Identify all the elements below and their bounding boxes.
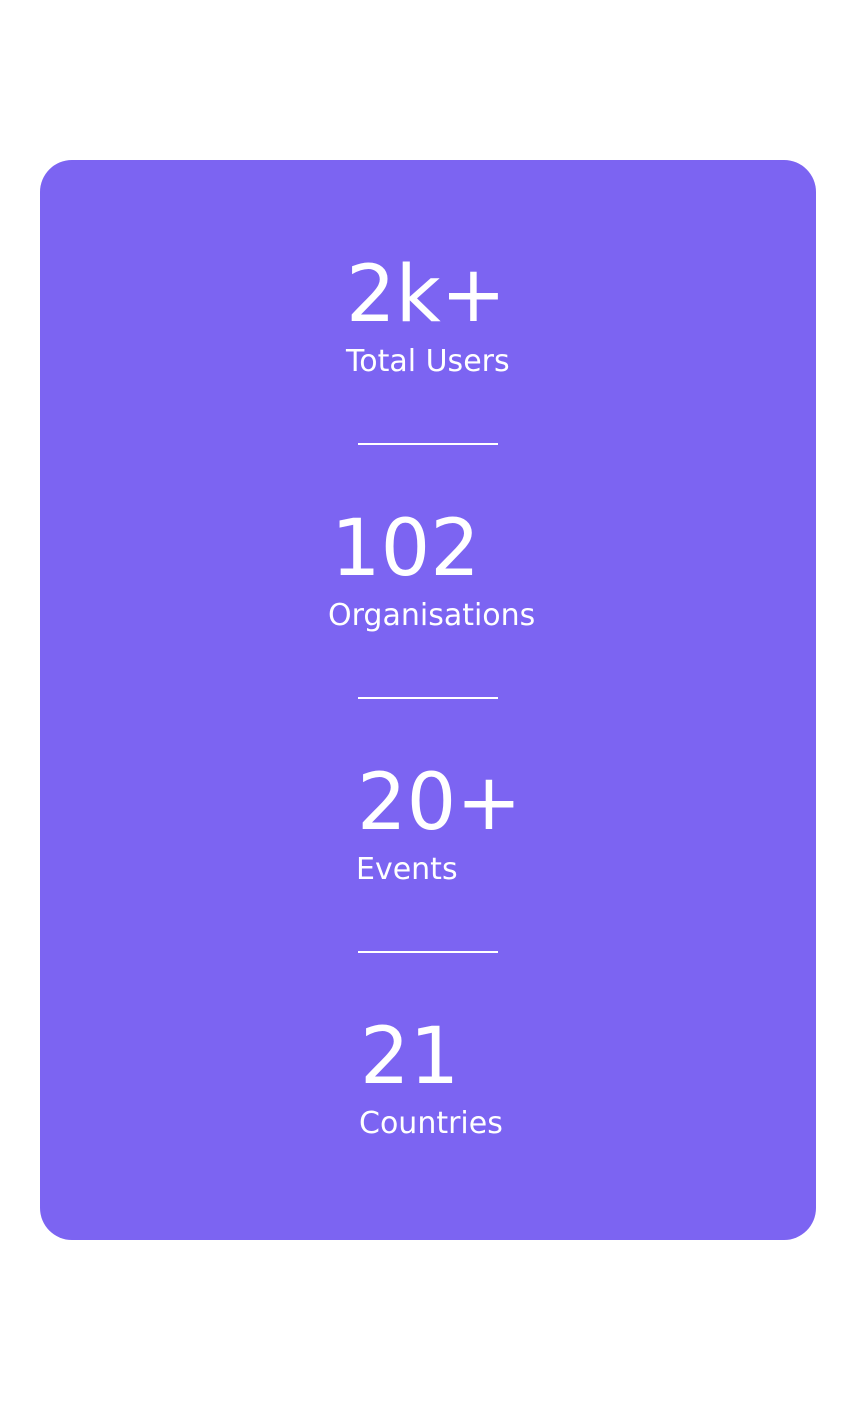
stat-label: Total Users <box>346 344 510 379</box>
stat-organisations: 102 Organisations <box>40 504 816 664</box>
stat-label: Events <box>356 852 458 887</box>
stat-events: 20+ Events <box>40 758 816 918</box>
divider <box>358 951 498 953</box>
divider <box>358 443 498 445</box>
stat-value: 2k+ <box>346 250 507 340</box>
stat-value: 102 <box>331 504 480 594</box>
divider <box>358 697 498 699</box>
stat-label: Organisations <box>328 598 536 633</box>
stat-total-users: 2k+ Total Users <box>40 250 816 410</box>
stat-countries: 21 Countries <box>40 1012 816 1172</box>
stat-value: 21 <box>360 1012 460 1102</box>
stats-card: 2k+ Total Users 102 Organisations 20+ Ev… <box>40 160 816 1240</box>
stat-value: 20+ <box>357 758 522 848</box>
stat-label: Countries <box>359 1106 503 1141</box>
